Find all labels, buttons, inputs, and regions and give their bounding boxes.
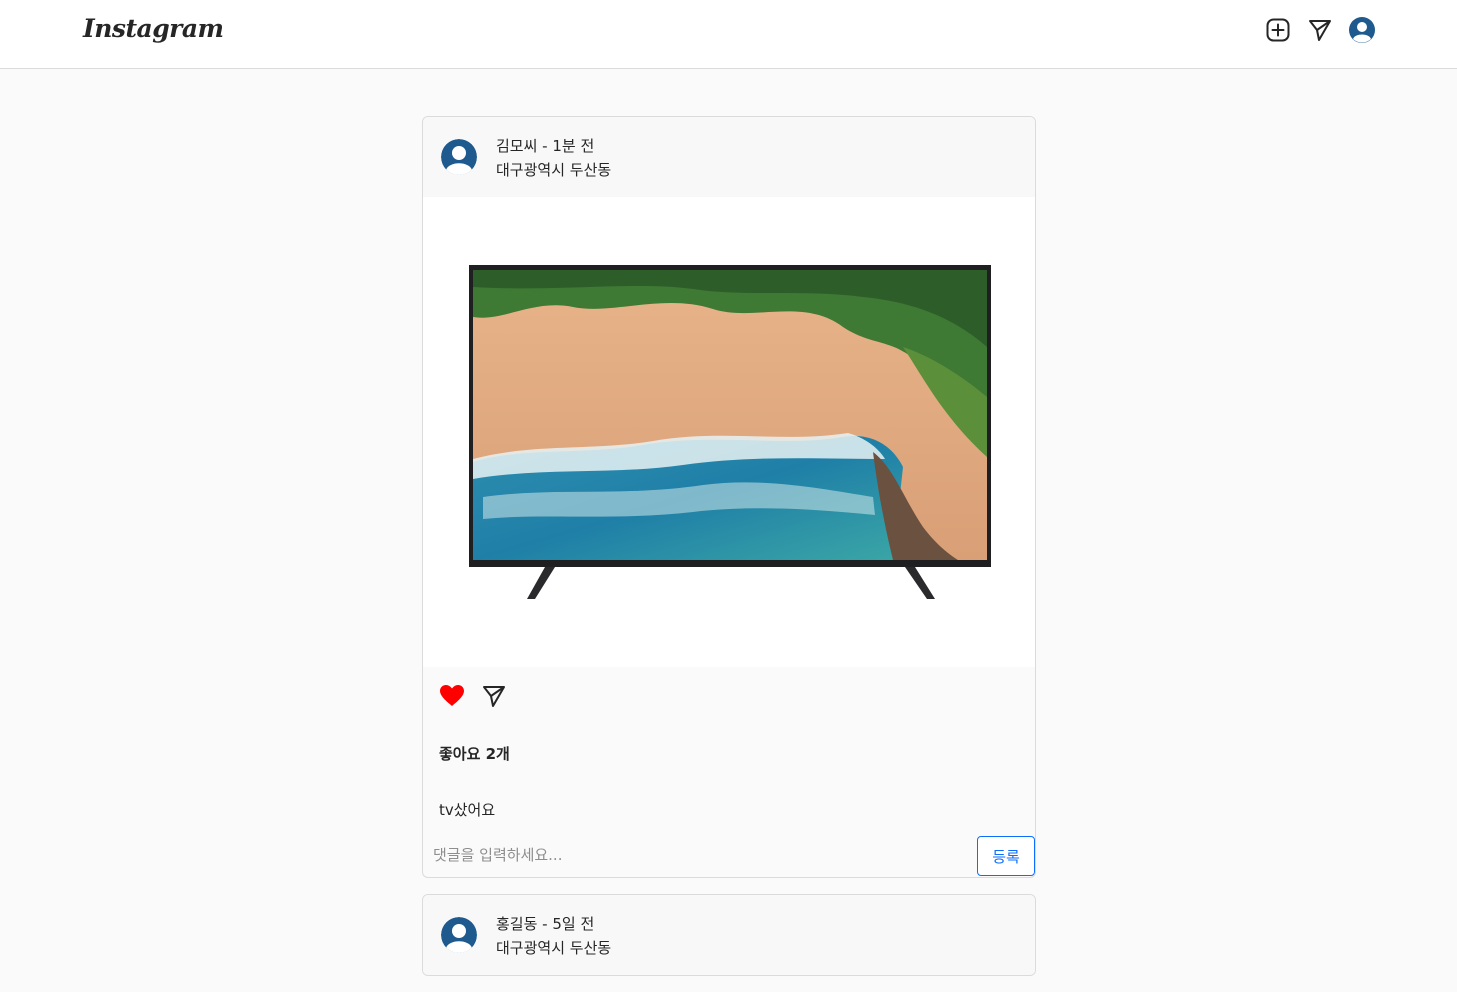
post-meta: 김모씨 - 1분 전 대구광역시 두산동 — [496, 134, 611, 182]
post-location: 대구광역시 두산동 — [496, 161, 612, 179]
post-meta: 홍길동 - 5일 전 대구광역시 두산동 — [496, 912, 611, 960]
user-avatar[interactable] — [441, 917, 477, 953]
share-send-icon[interactable] — [481, 683, 507, 709]
feed: 김모씨 - 1분 전 대구광역시 두산동 좋아요 2개 tv샀어요 댓글을 입력… — [422, 116, 1036, 992]
post-location: 대구광역시 두산동 — [496, 939, 612, 957]
user-avatar[interactable] — [441, 139, 477, 175]
likes-count: 좋아요 2개 — [439, 745, 510, 763]
post-author-time: 김모씨 - 1분 전 — [496, 137, 595, 155]
post-card: 김모씨 - 1분 전 대구광역시 두산동 좋아요 2개 tv샀어요 댓글을 입력… — [422, 116, 1036, 878]
top-nav-bar: Instagram — [0, 0, 1457, 69]
profile-avatar-icon[interactable] — [1349, 17, 1375, 43]
add-post-icon[interactable] — [1265, 17, 1291, 43]
nav-icons — [1265, 17, 1375, 43]
post-image-tv — [423, 197, 1035, 667]
post-caption: tv샀어요 — [439, 801, 496, 819]
post-author-time: 홍길동 - 5일 전 — [496, 915, 595, 933]
send-icon[interactable] — [1307, 17, 1333, 43]
post-header: 김모씨 - 1분 전 대구광역시 두산동 — [423, 117, 1035, 197]
comment-input[interactable] — [431, 838, 971, 872]
heart-icon[interactable] — [439, 683, 465, 709]
comment-form: 등록 — [423, 835, 1035, 877]
post-card: 홍길동 - 5일 전 대구광역시 두산동 — [422, 894, 1036, 976]
post-header: 홍길동 - 5일 전 대구광역시 두산동 — [423, 895, 1035, 975]
post-actions — [423, 667, 1035, 725]
instagram-logo[interactable]: Instagram — [83, 14, 224, 43]
submit-comment-button[interactable]: 등록 — [977, 836, 1035, 876]
